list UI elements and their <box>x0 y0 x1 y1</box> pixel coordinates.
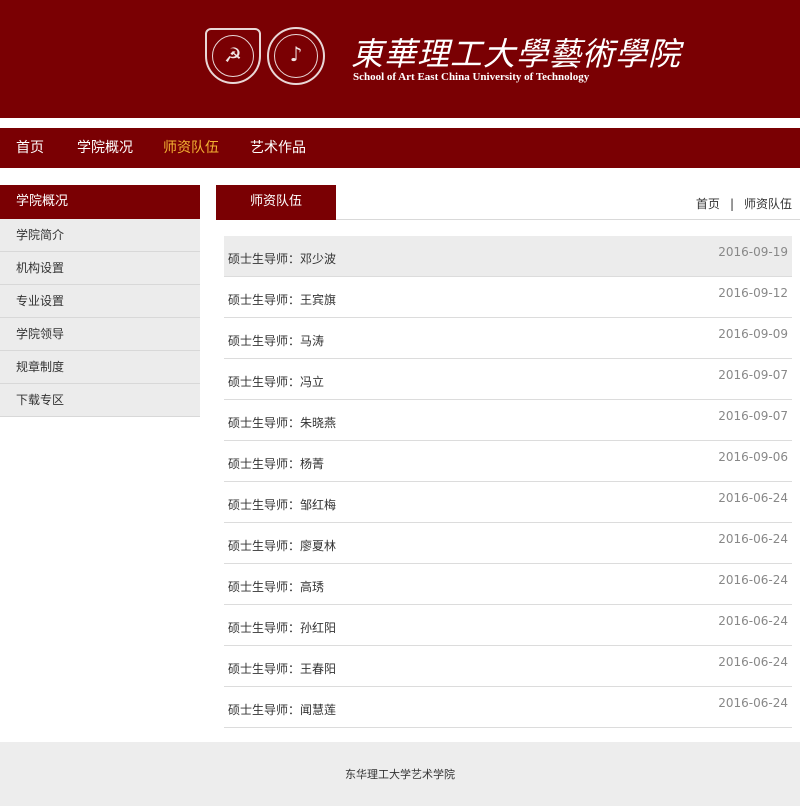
college-emblem-icon: ♪ <box>267 27 325 85</box>
list-item-title[interactable]: 硕士生导师：王春阳 <box>228 660 336 677</box>
list-item-date: 2016-09-06 <box>718 450 788 464</box>
faculty-list: 硕士生导师：邓少波 2016-09-19 硕士生导师：王宾旗 2016-09-12 硕士… <box>224 236 792 728</box>
sidebar-item-leadership[interactable]: 学院领导 <box>0 318 200 351</box>
breadcrumb-home[interactable]: 首页 <box>696 197 720 211</box>
school-name-cn: 東華理工大學藝術學院 <box>351 35 682 73</box>
sidebar-item-intro[interactable]: 学院简介 <box>0 219 200 252</box>
list-item[interactable]: 硕士生导师：杨菁 2016-09-06 <box>224 441 792 482</box>
list-item-title[interactable]: 硕士生导师：马涛 <box>228 332 324 349</box>
logo-group[interactable]: ☭ ♪ 東華理工大學藝術學院 School of Art East China … <box>205 24 680 98</box>
list-item[interactable]: 硕士生导师：廖夏林 2016-06-24 <box>224 523 792 564</box>
list-item-title[interactable]: 硕士生导师：孙红阳 <box>228 619 336 636</box>
list-item-title[interactable]: 硕士生导师：朱晓燕 <box>228 414 336 431</box>
breadcrumb-separator: | <box>729 197 734 211</box>
list-item[interactable]: 硕士生导师：王宾旗 2016-09-12 <box>224 277 792 318</box>
list-item-title[interactable]: 硕士生导师：王宾旗 <box>228 291 336 308</box>
nav-item-home[interactable]: 首页 <box>16 128 44 168</box>
list-item[interactable]: 硕士生导师：邹红梅 2016-06-24 <box>224 482 792 523</box>
list-item[interactable]: 硕士生导师：高琇 2016-06-24 <box>224 564 792 605</box>
list-item-title[interactable]: 硕士生导师：杨菁 <box>228 455 324 472</box>
list-item-date: 2016-09-07 <box>718 368 788 382</box>
list-item-title[interactable]: 硕士生导师：廖夏林 <box>228 537 336 554</box>
list-item-date: 2016-09-07 <box>718 409 788 423</box>
breadcrumb: 首页 | 师资队伍 <box>696 185 792 223</box>
list-item[interactable]: 硕士生导师：冯立 2016-09-07 <box>224 359 792 400</box>
sidebar: 学院概况 学院简介 机构设置 专业设置 学院领导 规章制度 下载专区 <box>0 185 200 417</box>
school-name-en: School of Art East China University of T… <box>353 71 590 83</box>
list-item-title[interactable]: 硕士生导师：闻慧莲 <box>228 701 336 718</box>
list-item[interactable]: 硕士生导师：邓少波 2016-09-19 <box>224 236 792 277</box>
list-item-date: 2016-09-19 <box>718 245 788 259</box>
sidebar-item-downloads[interactable]: 下载专区 <box>0 384 200 417</box>
list-item[interactable]: 硕士生导师：孙红阳 2016-06-24 <box>224 605 792 646</box>
list-item-title[interactable]: 硕士生导师：冯立 <box>228 373 324 390</box>
list-item-date: 2016-09-09 <box>718 327 788 341</box>
university-emblem-icon: ☭ <box>205 28 261 84</box>
list-item-date: 2016-06-24 <box>718 573 788 587</box>
sidebar-item-regulations[interactable]: 规章制度 <box>0 351 200 384</box>
sidebar-title: 学院概况 <box>0 185 200 219</box>
list-item-title[interactable]: 硕士生导师：高琇 <box>228 578 324 595</box>
nav-item-faculty[interactable]: 师资队伍 <box>163 128 219 168</box>
list-item[interactable]: 硕士生导师：闻慧莲 2016-06-24 <box>224 687 792 728</box>
section-header: 师资队伍 首页 | 师资队伍 <box>216 185 800 220</box>
list-item-date: 2016-06-24 <box>718 614 788 628</box>
list-item-title[interactable]: 硕士生导师：邓少波 <box>228 250 336 267</box>
header-divider <box>0 118 800 128</box>
list-item[interactable]: 硕士生导师：马涛 2016-09-09 <box>224 318 792 359</box>
list-item[interactable]: 硕士生导师：朱晓燕 2016-09-07 <box>224 400 792 441</box>
site-header: ☭ ♪ 東華理工大學藝術學院 School of Art East China … <box>0 0 800 118</box>
main-nav: 首页 学院概况 师资队伍 艺术作品 <box>0 128 800 168</box>
list-item-date: 2016-06-24 <box>718 696 788 710</box>
list-item-date: 2016-06-24 <box>718 532 788 546</box>
sidebar-item-organization[interactable]: 机构设置 <box>0 252 200 285</box>
nav-item-artworks[interactable]: 艺术作品 <box>250 128 306 168</box>
site-footer: 东华理工大学艺术学院 <box>0 742 800 806</box>
sidebar-item-majors[interactable]: 专业设置 <box>0 285 200 318</box>
nav-item-about[interactable]: 学院概况 <box>77 128 133 168</box>
footer-text: 东华理工大学艺术学院 <box>345 768 455 781</box>
list-item-title[interactable]: 硕士生导师：邹红梅 <box>228 496 336 513</box>
list-item-date: 2016-06-24 <box>718 655 788 669</box>
main-content: 师资队伍 首页 | 师资队伍 <box>216 185 800 220</box>
list-item[interactable]: 硕士生导师：王春阳 2016-06-24 <box>224 646 792 687</box>
breadcrumb-current[interactable]: 师资队伍 <box>744 197 792 211</box>
list-item-date: 2016-09-12 <box>718 286 788 300</box>
list-item-date: 2016-06-24 <box>718 491 788 505</box>
section-title: 师资队伍 <box>216 185 336 220</box>
